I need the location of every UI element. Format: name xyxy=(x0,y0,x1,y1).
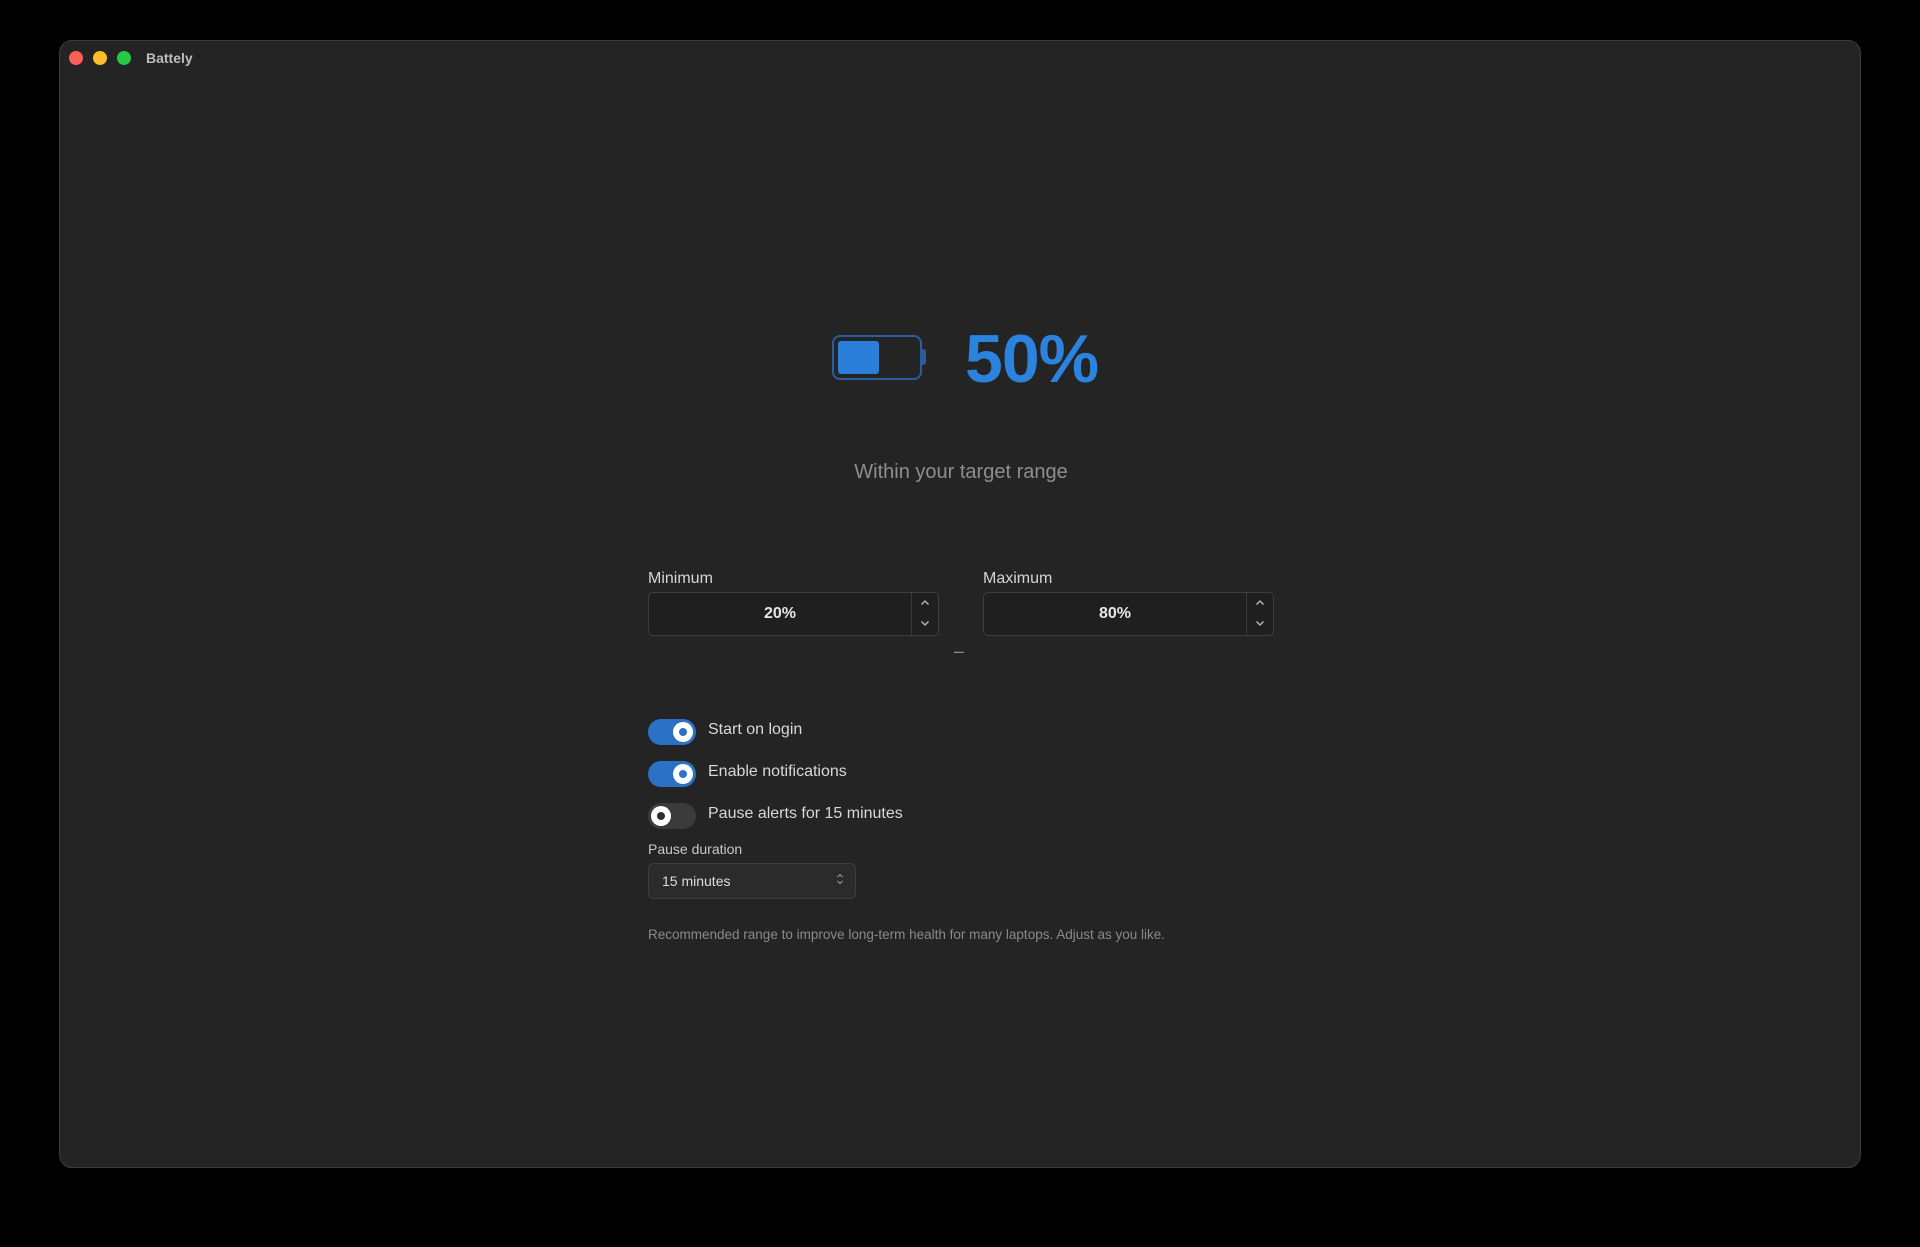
battery-level-fill xyxy=(838,341,879,374)
pause-duration-label: Pause duration xyxy=(648,841,743,857)
maximum-label: Maximum xyxy=(983,570,1053,587)
minimize-window-button[interactable] xyxy=(93,51,107,65)
chevron-up-icon xyxy=(921,600,929,605)
app-window: Battely 50% Within your target range Min… xyxy=(59,40,1861,1168)
minimum-increment-button[interactable] xyxy=(912,593,938,614)
maximum-stepper[interactable]: 80% xyxy=(983,592,1274,636)
maximum-increment-button[interactable] xyxy=(1247,593,1273,614)
battery-percentage: 50% xyxy=(965,321,1099,397)
pause-alerts-label[interactable]: Pause alerts for 15 minutes xyxy=(708,805,903,823)
minimum-value[interactable]: 20% xyxy=(649,593,911,635)
helper-text: Recommended range to improve long-term h… xyxy=(648,927,1166,942)
maximum-decrement-button[interactable] xyxy=(1247,614,1273,635)
battery-icon xyxy=(832,335,922,380)
zoom-window-button[interactable] xyxy=(117,51,131,65)
switch-knob xyxy=(673,722,693,742)
switch-knob-dot xyxy=(657,812,665,820)
pause-alerts-switch[interactable] xyxy=(648,803,696,829)
chevron-up-icon xyxy=(1256,600,1264,605)
enable-notifications-switch[interactable] xyxy=(648,761,696,787)
chevron-down-icon xyxy=(1256,621,1264,626)
switch-knob xyxy=(673,764,693,784)
switch-knob-dot xyxy=(679,728,687,736)
title-bar[interactable]: Battely xyxy=(60,41,1860,75)
pause-duration-value[interactable]: 15 minutes xyxy=(662,864,730,898)
minimum-decrement-button[interactable] xyxy=(912,614,938,635)
switch-knob xyxy=(651,806,671,826)
minimum-stepper[interactable]: 20% xyxy=(648,592,939,636)
close-window-button[interactable] xyxy=(69,51,83,65)
battery-status-text: Within your target range xyxy=(854,461,1068,483)
window-title: Battely xyxy=(146,50,193,66)
range-separator: – xyxy=(954,641,965,661)
start-on-login-label[interactable]: Start on login xyxy=(708,721,802,739)
chevron-down-icon xyxy=(921,621,929,626)
enable-notifications-label[interactable]: Enable notifications xyxy=(708,763,847,781)
up-down-chevrons-icon xyxy=(835,872,845,888)
switch-knob-dot xyxy=(679,770,687,778)
pause-duration-select[interactable]: 15 minutes xyxy=(648,863,856,899)
battery-terminal-cap xyxy=(922,349,926,365)
start-on-login-switch[interactable] xyxy=(648,719,696,745)
maximum-value[interactable]: 80% xyxy=(984,593,1246,635)
minimum-label: Minimum xyxy=(648,570,713,587)
